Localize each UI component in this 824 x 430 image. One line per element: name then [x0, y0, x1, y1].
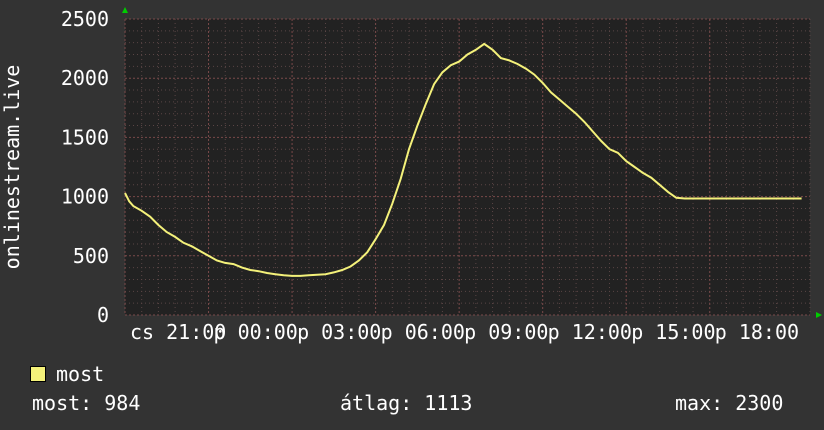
x-tick-label: p 00:00 — [214, 320, 298, 344]
y-axis-label: onlinestream.live — [0, 65, 24, 270]
legend: most — [30, 362, 104, 386]
y-tick-label: 1500 — [61, 125, 109, 149]
x-tick-label: p 09:00 — [464, 320, 548, 344]
y-tick-label: 500 — [73, 244, 109, 268]
stat-current: most: 984 — [32, 391, 141, 415]
y-tick-label: 2500 — [61, 7, 109, 31]
x-tick-label: cs 21:00 — [130, 320, 226, 344]
legend-swatch — [30, 366, 46, 382]
x-tick-label: p 12:00 — [548, 320, 632, 344]
y-tick-label: 0 — [97, 303, 109, 327]
legend-label: most — [56, 362, 105, 386]
y-axis-arrow-icon — [122, 7, 128, 13]
stat-maximum: max: 2300 — [675, 391, 784, 415]
x-tick-label: p 15:00 — [631, 320, 715, 344]
stat-average: átlag: 1113 — [340, 391, 473, 415]
y-tick-label: 2000 — [61, 66, 109, 90]
plot-area — [125, 19, 810, 315]
x-tick-label: p 03:00 — [297, 320, 381, 344]
x-tick-label: p 18:00 — [715, 320, 799, 344]
chart: 0 500 1000 1500 2000 2500 cs 21:00p 00:00 p 03:… — [0, 7, 822, 344]
x-axis-arrow-icon — [816, 312, 822, 318]
y-tick-label: 1000 — [61, 185, 109, 209]
x-tick-label: p 06:00 — [381, 320, 465, 344]
